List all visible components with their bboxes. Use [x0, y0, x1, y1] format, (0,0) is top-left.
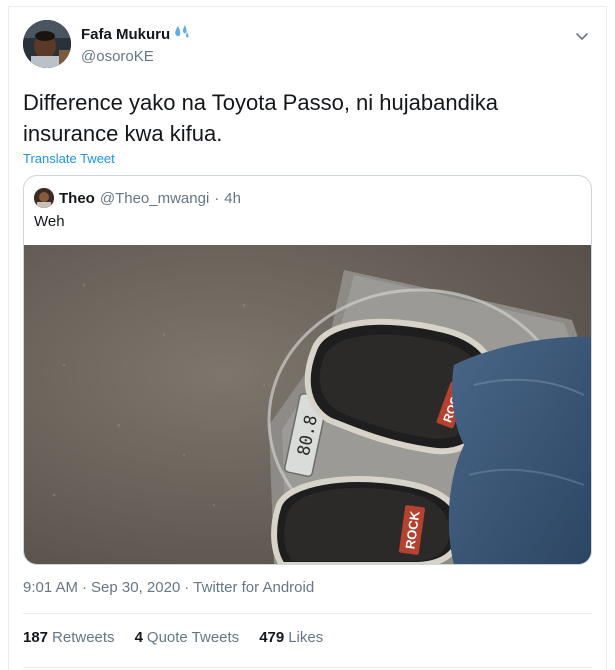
quoted-header: Theo @Theo_mwangi · 4h: [34, 188, 241, 208]
quote-tweets-stat[interactable]: 4 Quote Tweets: [135, 629, 240, 646]
meta-separator: ·: [82, 579, 88, 596]
author-info: Fafa Mukuru @osoroKE: [81, 24, 191, 65]
divider: [23, 667, 592, 668]
shoes-on-scale-photo: 80.8 ROCK ROCK: [24, 245, 591, 564]
author-avatar[interactable]: [23, 20, 71, 68]
quoted-avatar: [34, 188, 54, 208]
tweet-date[interactable]: Sep 30, 2020: [91, 579, 180, 596]
likes-count: 479: [259, 629, 285, 646]
quote-tweets-count: 4: [134, 629, 143, 646]
meta-separator: ·: [184, 579, 190, 596]
tweet-source[interactable]: Twitter for Android: [193, 579, 314, 596]
quoted-separator: ·: [214, 189, 220, 207]
author-handle[interactable]: @osoroKE: [81, 48, 191, 65]
author-name[interactable]: Fafa Mukuru: [81, 26, 170, 43]
retweets-count: 187: [23, 629, 49, 646]
sweat-droplets-icon: [173, 24, 191, 45]
divider: [23, 613, 592, 614]
tweet-time[interactable]: 9:01 AM: [23, 579, 78, 596]
tweet-metadata: 9:01 AM · Sep 30, 2020 · Twitter for And…: [23, 579, 314, 596]
retweets-label: Retweets: [52, 629, 115, 646]
tweet-card: Fafa Mukuru @osoroKE Difference yako na …: [8, 6, 607, 670]
quoted-photo[interactable]: 80.8 ROCK ROCK: [24, 245, 591, 564]
quoted-author-handle: @Theo_mwangi: [99, 189, 210, 207]
quote-tweets-label: Quote Tweets: [146, 629, 240, 646]
tweet-text: Difference yako na Toyota Passo, ni huja…: [23, 90, 498, 146]
tweet-stats: 187 Retweets 4 Quote Tweets 479 Likes: [23, 629, 323, 646]
author-avatar-image: [23, 20, 71, 68]
quoted-time: 4h: [224, 189, 241, 207]
tweet-header: Fafa Mukuru @osoroKE: [23, 18, 592, 70]
chevron-down-icon[interactable]: [572, 26, 592, 46]
likes-label: Likes: [288, 629, 324, 646]
likes-stat[interactable]: 479 Likes: [259, 629, 323, 646]
retweets-stat[interactable]: 187 Retweets: [23, 629, 115, 646]
quoted-tweet[interactable]: Theo @Theo_mwangi · 4h Weh 80.8 ROCK ROC…: [23, 175, 592, 565]
translate-tweet-link[interactable]: Translate Tweet: [23, 151, 115, 166]
quoted-author-name: Theo: [59, 189, 95, 207]
quoted-text: Weh: [34, 213, 65, 230]
